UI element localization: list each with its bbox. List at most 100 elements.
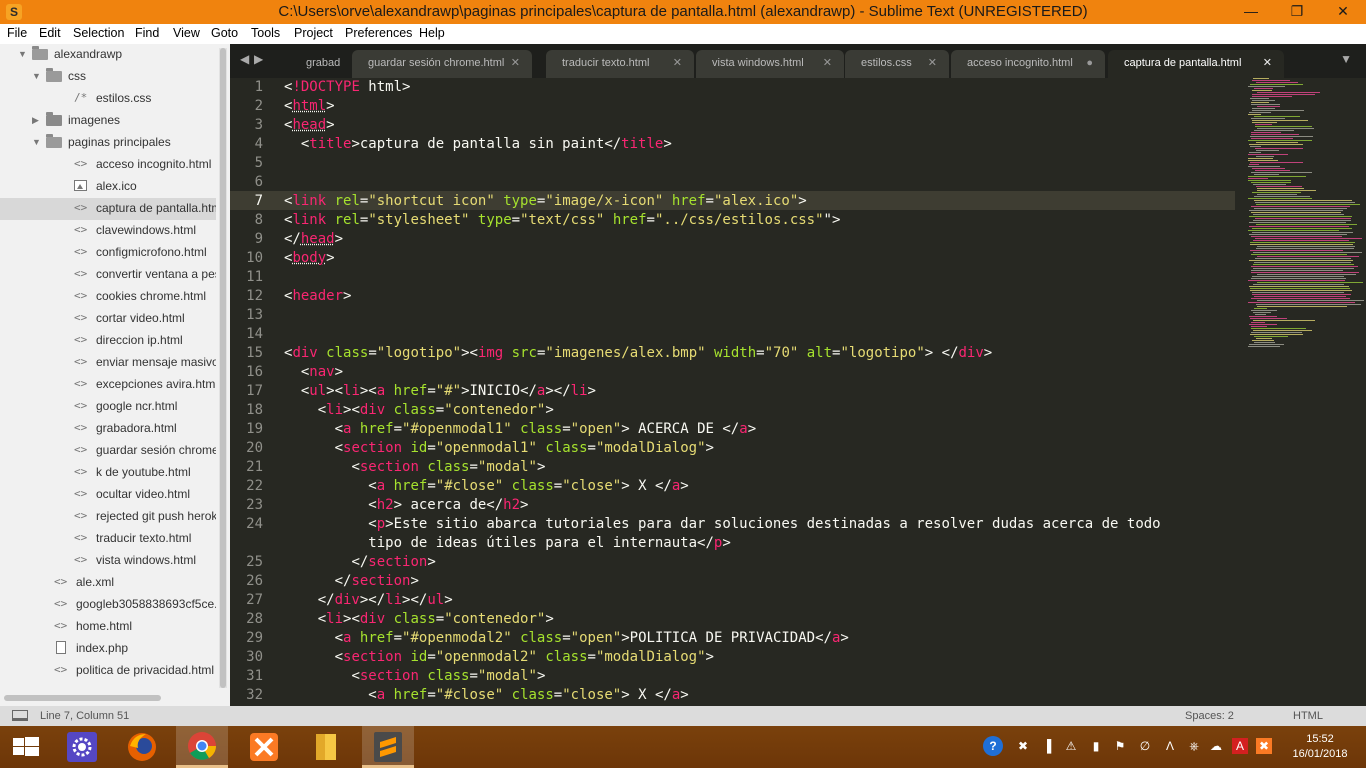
chevron-down-icon[interactable]: ▼ bbox=[18, 44, 27, 64]
tab[interactable]: traducir texto.html ✕ bbox=[546, 50, 694, 78]
sidebar-item[interactable]: <> googleb3058838693cf5ce.htm bbox=[0, 594, 216, 616]
tab-close-icon[interactable]: ✕ bbox=[823, 50, 832, 76]
syntax-setting[interactable]: HTML bbox=[1293, 710, 1323, 722]
tab-close-icon[interactable]: ✕ bbox=[511, 50, 520, 76]
minimap[interactable] bbox=[1242, 78, 1365, 706]
menu-selection[interactable]: Selection bbox=[73, 26, 124, 40]
sidebar-item[interactable]: <> configmicrofono.html bbox=[0, 242, 216, 264]
menu-file[interactable]: File bbox=[7, 26, 27, 40]
menu-find[interactable]: Find bbox=[135, 26, 159, 40]
minimize-button[interactable]: — bbox=[1228, 0, 1274, 24]
sidebar-item[interactable]: <> clavewindows.html bbox=[0, 220, 216, 242]
sidebar-item[interactable]: <> home.html bbox=[0, 616, 216, 638]
sidebar-item[interactable]: <> acceso incognito.html bbox=[0, 154, 216, 176]
sidebar-item[interactable]: <> excepciones avira.html bbox=[0, 374, 216, 396]
code-token: "contenedor" bbox=[444, 611, 546, 627]
menu-help[interactable]: Help bbox=[419, 26, 445, 40]
menu-preferences[interactable]: Preferences bbox=[345, 26, 412, 40]
code-token: href bbox=[612, 212, 647, 228]
sidebar-item[interactable]: <> k de youtube.html bbox=[0, 462, 216, 484]
sidebar-vertical-scrollbar[interactable] bbox=[219, 48, 227, 688]
tab-close-icon[interactable]: ✕ bbox=[1263, 50, 1272, 76]
menu-goto[interactable]: Goto bbox=[211, 26, 238, 40]
sidebar-item[interactable]: <> captura de pantalla.html bbox=[0, 198, 216, 220]
tab[interactable]: vista windows.html ✕ bbox=[696, 50, 844, 78]
app-chrome[interactable] bbox=[176, 726, 228, 768]
antivirus-icon[interactable]: A bbox=[1232, 738, 1248, 754]
code-token: ></ bbox=[545, 383, 571, 399]
sidebar-item[interactable]: <> vista windows.html bbox=[0, 550, 216, 572]
system-clock[interactable]: 15:52 16/01/2018 bbox=[1280, 732, 1360, 762]
app-xampp[interactable] bbox=[238, 726, 290, 768]
menu-view[interactable]: View bbox=[173, 26, 200, 40]
flag-icon[interactable]: ⚑ bbox=[1112, 738, 1128, 754]
tab-active[interactable]: captura de pantalla.html ✕ bbox=[1108, 50, 1284, 78]
tab-close-icon[interactable]: ✕ bbox=[673, 50, 682, 76]
app-explorer[interactable] bbox=[300, 726, 352, 768]
sidebar-file-tree[interactable]: ▼ alexandrawp ▼ css /* estilos.css ▶ imagenes ▼ p… bbox=[0, 44, 230, 706]
network-settings-icon[interactable]: ⎈ bbox=[1186, 738, 1202, 754]
sidebar-item-label: captura de pantalla.html bbox=[96, 201, 216, 215]
battery-icon[interactable]: ▮ bbox=[1088, 738, 1104, 754]
code-editor[interactable]: 1 2 3 4 5 6 7 8 9 10 11 12 13 14 15 16 17 18 19 20 21 22 23 24 2… bbox=[230, 78, 1366, 706]
sidebar-horizontal-scrollbar[interactable] bbox=[4, 695, 161, 701]
maximize-button[interactable]: ❐ bbox=[1274, 0, 1320, 24]
tab-list-dropdown-icon[interactable]: ▼ bbox=[1340, 52, 1352, 66]
app-firefox[interactable] bbox=[116, 726, 168, 768]
indentation-setting[interactable]: Spaces: 2 bbox=[1185, 710, 1234, 722]
sidebar-item[interactable]: alex.ico bbox=[0, 176, 216, 198]
sidebar-item[interactable]: <> traducir texto.html bbox=[0, 528, 216, 550]
close-button[interactable]: ✕ bbox=[1320, 0, 1366, 24]
chevron-down-icon[interactable]: ▼ bbox=[32, 66, 41, 86]
line-number: 20 bbox=[246, 440, 263, 456]
code-line: <html> bbox=[284, 97, 335, 116]
code-token: < bbox=[368, 687, 377, 703]
sidebar-item[interactable]: <> direccion ip.html bbox=[0, 330, 216, 352]
sidebar-item[interactable]: <> google ncr.html bbox=[0, 396, 216, 418]
sidebar-item[interactable]: ▼ css bbox=[0, 66, 216, 88]
tab[interactable]: estilos.css ✕ bbox=[845, 50, 949, 78]
sidebar-item[interactable]: <> rejected git push heroku m bbox=[0, 506, 216, 528]
menu-edit[interactable]: Edit bbox=[39, 26, 61, 40]
tab-scroll-right-icon[interactable]: ▶ bbox=[254, 52, 263, 66]
sidebar-item[interactable]: <> guardar sesión chrome.htm bbox=[0, 440, 216, 462]
tab[interactable]: guardar sesión chrome.html ✕ bbox=[352, 50, 532, 78]
volume-muted-icon[interactable]: ✖ bbox=[1015, 738, 1031, 754]
help-icon[interactable]: ? bbox=[983, 736, 1003, 756]
line-number: 1 bbox=[254, 79, 263, 95]
unsaved-dot-icon[interactable]: ● bbox=[1086, 50, 1093, 76]
network-icon[interactable]: ▐ bbox=[1039, 738, 1055, 754]
sidebar-item[interactable]: <> ale.xml bbox=[0, 572, 216, 594]
chevron-down-icon[interactable]: ▼ bbox=[32, 132, 41, 152]
sidebar-item[interactable]: ▼ paginas principales bbox=[0, 132, 216, 154]
sidebar-item[interactable]: index.php bbox=[0, 638, 216, 660]
sidebar-item[interactable]: ▼ alexandrawp bbox=[0, 44, 216, 66]
sidebar-item[interactable]: <> convertir ventana a pestaña bbox=[0, 264, 216, 286]
start-button[interactable] bbox=[0, 726, 52, 768]
tab[interactable]: acceso incognito.html ● bbox=[951, 50, 1105, 78]
warning-icon[interactable]: ⚠ bbox=[1063, 738, 1079, 754]
sidebar-item[interactable]: <> politica de privacidad.html bbox=[0, 660, 216, 682]
sidebar-item[interactable]: <> ocultar video.html bbox=[0, 484, 216, 506]
avira-icon[interactable]: Ʌ bbox=[1162, 738, 1178, 754]
sidebar-item[interactable]: <> cookies chrome.html bbox=[0, 286, 216, 308]
sidebar-item[interactable]: <> enviar mensaje masivo.htm bbox=[0, 352, 216, 374]
cloud-icon[interactable]: ☁ bbox=[1208, 738, 1224, 754]
menu-tools[interactable]: Tools bbox=[251, 26, 280, 40]
mute-icon[interactable]: ∅ bbox=[1137, 738, 1153, 754]
xampp-tray-icon[interactable]: ✖ bbox=[1256, 738, 1272, 754]
sidebar-item[interactable]: <> cortar video.html bbox=[0, 308, 216, 330]
app-settings[interactable] bbox=[56, 726, 108, 768]
code-token: < bbox=[334, 421, 344, 437]
tab-close-icon[interactable]: ✕ bbox=[928, 50, 937, 76]
sidebar-item[interactable]: <> grabadora.html bbox=[0, 418, 216, 440]
sidebar-item[interactable]: /* estilos.css bbox=[0, 88, 216, 110]
chevron-right-icon[interactable]: ▶ bbox=[32, 110, 39, 130]
app-sublime[interactable] bbox=[362, 726, 414, 768]
sidebar-item[interactable]: ▶ imagenes bbox=[0, 110, 216, 132]
menu-project[interactable]: Project bbox=[294, 26, 333, 40]
code-token: div bbox=[292, 345, 318, 361]
title-bar[interactable]: S C:\Users\orve\alexandrawp\paginas prin… bbox=[0, 0, 1366, 24]
tab-scroll-left-icon[interactable]: ◀ bbox=[240, 52, 249, 66]
panel-toggle-icon[interactable] bbox=[12, 710, 28, 721]
